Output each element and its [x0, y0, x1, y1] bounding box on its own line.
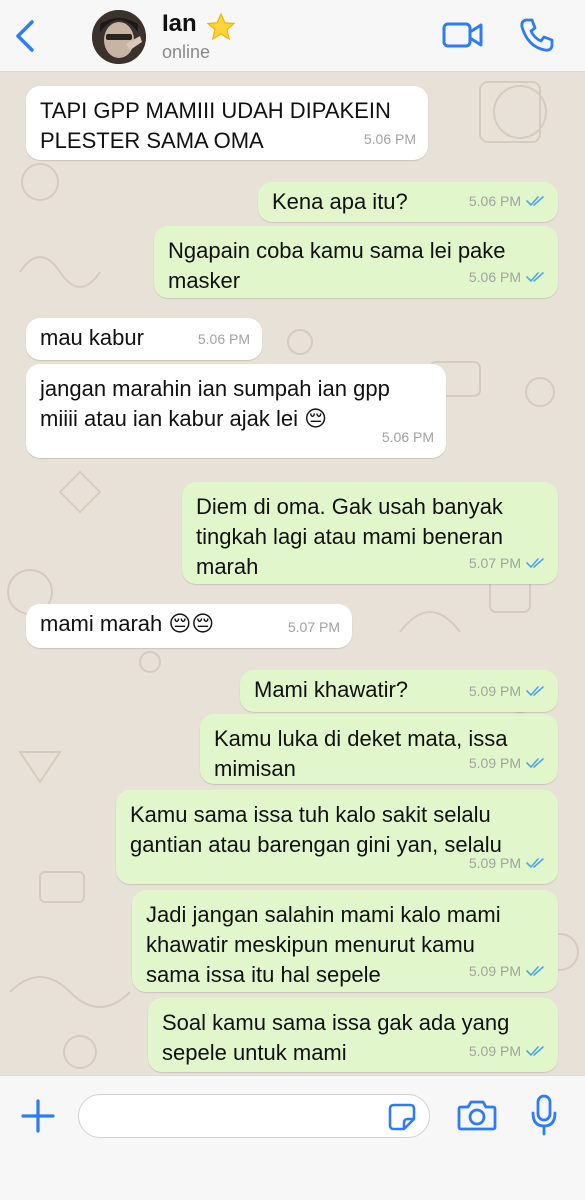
message-meta: 5.06 PM: [382, 422, 434, 452]
incoming-message[interactable]: jangan marahin ian sumpah ian gpp miiii …: [26, 364, 446, 458]
outgoing-message[interactable]: Jadi jangan salahin mami kalo mami khawa…: [132, 890, 558, 992]
outgoing-message[interactable]: Ngapain coba kamu sama lei pake masker 5.…: [154, 226, 558, 298]
read-receipt-icon: [526, 558, 544, 568]
outgoing-message[interactable]: Diem di oma. Gak usah banyak tingkah lag…: [182, 482, 558, 584]
read-receipt-icon: [526, 196, 544, 206]
message-input[interactable]: [78, 1094, 430, 1138]
outgoing-message[interactable]: Kena apa itu? 5.06 PM: [258, 182, 558, 222]
read-receipt-icon: [526, 758, 544, 768]
outgoing-message[interactable]: Kamu luka di deket mata, issa mimisan 5.0…: [200, 714, 558, 784]
chat-area[interactable]: TAPI GPP MAMIII UDAH DIPAKEIN PLESTER SA…: [0, 72, 585, 1075]
contact-status: online: [162, 42, 211, 62]
contact-avatar[interactable]: [92, 10, 146, 64]
read-receipt-icon: [526, 272, 544, 282]
message-meta: 5.06 PM: [469, 186, 546, 216]
message-input-bar: [0, 1075, 585, 1200]
message-meta: 5.06 PM: [364, 124, 416, 154]
voice-message-button[interactable]: [530, 1094, 558, 1136]
camera-icon: [457, 1100, 497, 1131]
message-meta: 5.09 PM: [469, 848, 546, 878]
star-icon: [206, 12, 236, 41]
chat-header: Ian online: [0, 0, 585, 72]
message-time: 5.07 PM: [287, 619, 340, 635]
message-meta: 5.09 PM: [469, 676, 546, 706]
message-meta: 5.06 PM: [198, 324, 250, 354]
message-meta: 5.09 PM: [469, 956, 546, 986]
message-time: 5.09 PM: [468, 855, 521, 871]
message-time: 5.06 PM: [468, 193, 521, 209]
incoming-message[interactable]: TAPI GPP MAMIII UDAH DIPAKEIN PLESTER SA…: [26, 86, 428, 160]
message-time: 5.06 PM: [197, 331, 250, 347]
message-time: 5.06 PM: [468, 269, 521, 285]
message-meta: 5.09 PM: [469, 1036, 546, 1066]
read-receipt-icon: [526, 686, 544, 696]
read-receipt-icon: [526, 858, 544, 868]
plus-icon: [21, 1099, 55, 1133]
chevron-left-icon: [16, 20, 34, 52]
message-text: jangan marahin ian sumpah ian gpp miiii …: [40, 376, 390, 431]
incoming-message[interactable]: mau kabur 5.06 PM: [26, 318, 262, 360]
message-time: 5.09 PM: [468, 683, 521, 699]
sticker-icon: [388, 1103, 416, 1131]
sticker-button[interactable]: [388, 1103, 416, 1131]
message-meta: 5.06 PM: [469, 262, 546, 292]
incoming-message[interactable]: mami marah 😔😔 5.07 PM: [26, 604, 352, 648]
read-receipt-icon: [526, 966, 544, 976]
message-meta: 5.09 PM: [469, 748, 546, 778]
phone-icon: [520, 18, 554, 52]
outgoing-message[interactable]: Soal kamu sama issa gak ada yang sepele …: [148, 998, 558, 1072]
contact-name[interactable]: Ian: [162, 10, 197, 38]
video-camera-icon: [442, 22, 483, 48]
message-time: 5.06 PM: [381, 429, 434, 445]
attach-button[interactable]: [20, 1098, 56, 1134]
message-time: 5.09 PM: [468, 963, 521, 979]
message-time: 5.09 PM: [468, 755, 521, 771]
microphone-icon: [531, 1094, 557, 1136]
voice-call-button[interactable]: [518, 16, 556, 54]
message-text: TAPI GPP MAMIII UDAH DIPAKEIN PLESTER SA…: [40, 98, 391, 153]
back-button[interactable]: [10, 18, 40, 54]
avatar-photo: [92, 10, 146, 64]
outgoing-message[interactable]: Mami khawatir? 5.09 PM: [240, 670, 558, 712]
outgoing-message[interactable]: Kamu sama issa tuh kalo sakit selalu gan…: [116, 790, 558, 884]
message-meta: 5.07 PM: [288, 612, 340, 642]
read-receipt-icon: [526, 1046, 544, 1056]
message-time: 5.09 PM: [468, 1043, 521, 1059]
message-time: 5.06 PM: [363, 131, 416, 147]
camera-button[interactable]: [457, 1098, 497, 1132]
message-meta: 5.07 PM: [469, 548, 546, 578]
message-time: 5.07 PM: [468, 555, 521, 571]
video-call-button[interactable]: [442, 18, 484, 52]
